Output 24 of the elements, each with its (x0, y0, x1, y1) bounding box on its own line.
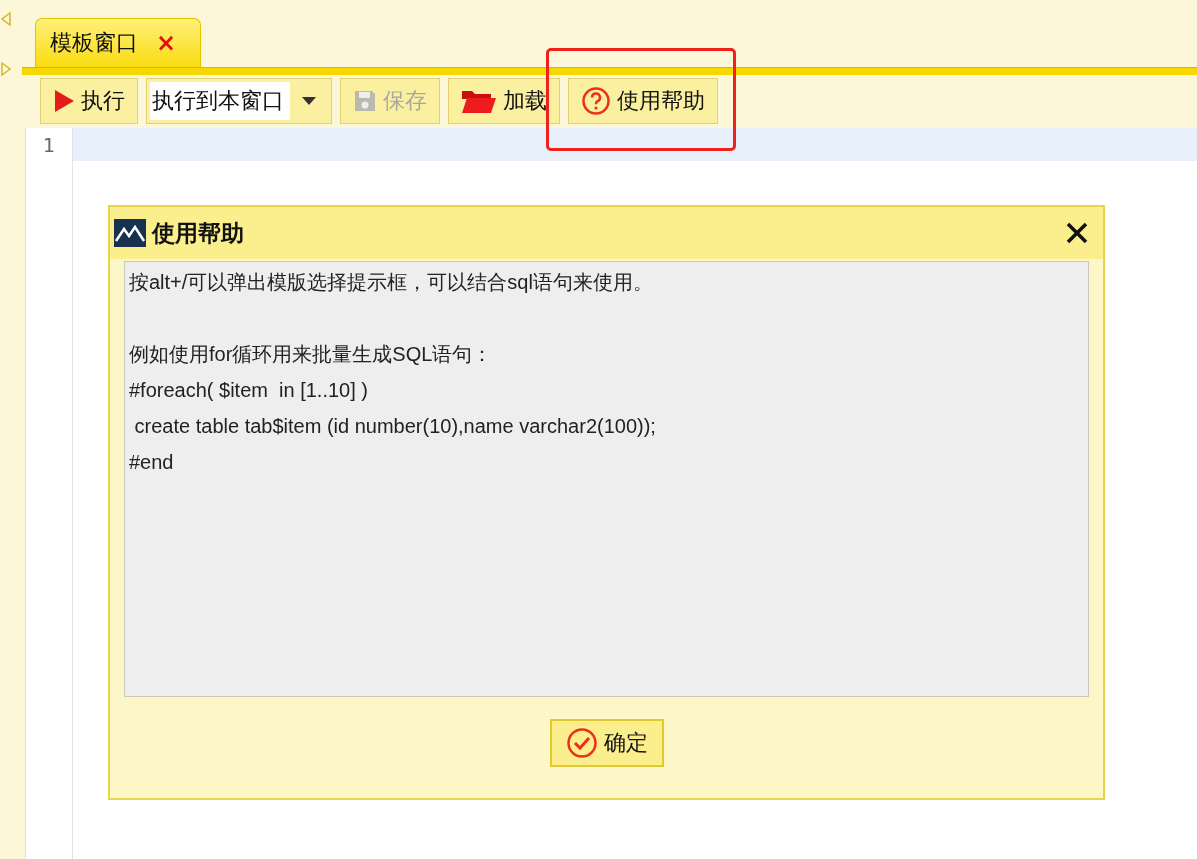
toolbar-button[interactable]: 执行 (40, 78, 138, 124)
tab[interactable]: 模板窗口 × (35, 18, 202, 67)
line-number: 1 (41, 132, 57, 158)
toolbar-button[interactable]: 加载 (448, 78, 560, 124)
help-text-area[interactable]: 按alt+/可以弹出模版选择提示框，可以结合sql语句来使用。 例如使用for循环用来批量生成SQL语句： #foreach( $item in [1..10] ) create table tab$item (id number(10),name varchar2(100)); #end (124, 261, 1089, 697)
folder-icon (461, 88, 497, 114)
dropdown-caret-icon[interactable] (302, 97, 316, 105)
help-text-line: #end (129, 451, 174, 473)
close-icon[interactable] (1065, 221, 1089, 245)
dialog-title: 使用帮助 (152, 218, 245, 248)
toolbar-button[interactable]: 使用帮助 (568, 78, 718, 124)
help-text-line: #foreach( $item in [1..10] ) (129, 379, 368, 401)
play-icon (53, 89, 75, 113)
help-text-line: 例如使用for循环用来批量生成SQL语句： (129, 343, 493, 365)
mode-dropdown[interactable]: 执行到本窗口 (146, 78, 332, 124)
help-icon (581, 86, 611, 116)
save-icon (353, 89, 377, 113)
ok-button[interactable]: 确定 (549, 719, 664, 767)
check-circle-icon (565, 727, 598, 759)
help-text-line: 按alt+/可以弹出模版选择提示框，可以结合sql语句来使用。 (129, 271, 653, 293)
mountain-icon (114, 219, 146, 247)
dropdown-value: 执行到本窗口 (150, 82, 290, 120)
close-tab-button[interactable]: × (156, 29, 177, 57)
help-text-line: create table tab$item (id number(10),name varchar2(100)); (133, 415, 656, 437)
